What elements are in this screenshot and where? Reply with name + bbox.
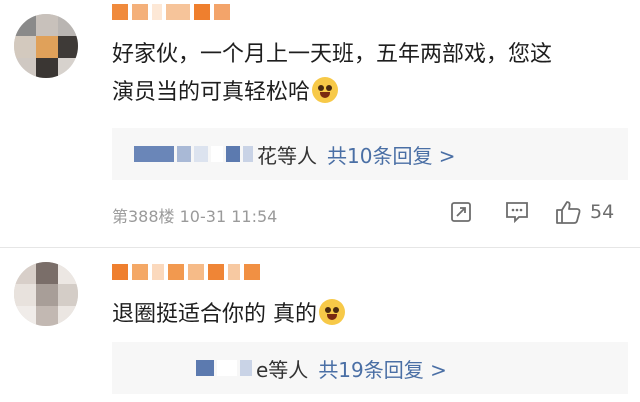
username-mosaic[interactable] — [112, 2, 230, 22]
view-replies-link[interactable]: 共10条回复 > — [327, 140, 456, 169]
replier-names: e等人 — [256, 357, 309, 382]
comment-item: 好家伙，一个月上一天班，五年两部戏，您这 演员当的可真轻松哈 花等人 共10条回… — [0, 0, 640, 250]
username-mosaic[interactable] — [112, 262, 260, 282]
share-icon[interactable] — [448, 199, 474, 225]
like-count: 54 — [590, 201, 615, 223]
comment-text: 退圈挺适合你的 真的 — [112, 296, 345, 334]
crying-laughing-emoji-icon — [312, 77, 339, 103]
replier-names-mosaic — [134, 146, 253, 162]
comment-actions: 54 — [448, 198, 614, 226]
avatar[interactable] — [14, 262, 78, 326]
reply-summary[interactable]: e等人 共19条回复 > — [112, 342, 628, 394]
view-replies-link[interactable]: 共19条回复 > — [318, 354, 447, 383]
avatar[interactable] — [14, 14, 78, 78]
divider — [0, 247, 640, 248]
replier-names-mosaic — [196, 360, 252, 376]
replier-names: 花等人 — [257, 143, 317, 168]
comment-item: 退圈挺适合你的 真的 e等人 共19条回复 > — [0, 250, 640, 402]
comment-icon[interactable] — [504, 199, 530, 225]
laughing-tears-emoji-icon — [319, 299, 345, 325]
reply-summary[interactable]: 花等人 共10条回复 > — [112, 128, 628, 180]
comment-meta: 第388楼 10-31 11:54 — [112, 207, 278, 226]
like-icon[interactable] — [554, 198, 582, 226]
comment-text: 好家伙，一个月上一天班，五年两部戏，您这 演员当的可真轻松哈 — [112, 42, 553, 105]
